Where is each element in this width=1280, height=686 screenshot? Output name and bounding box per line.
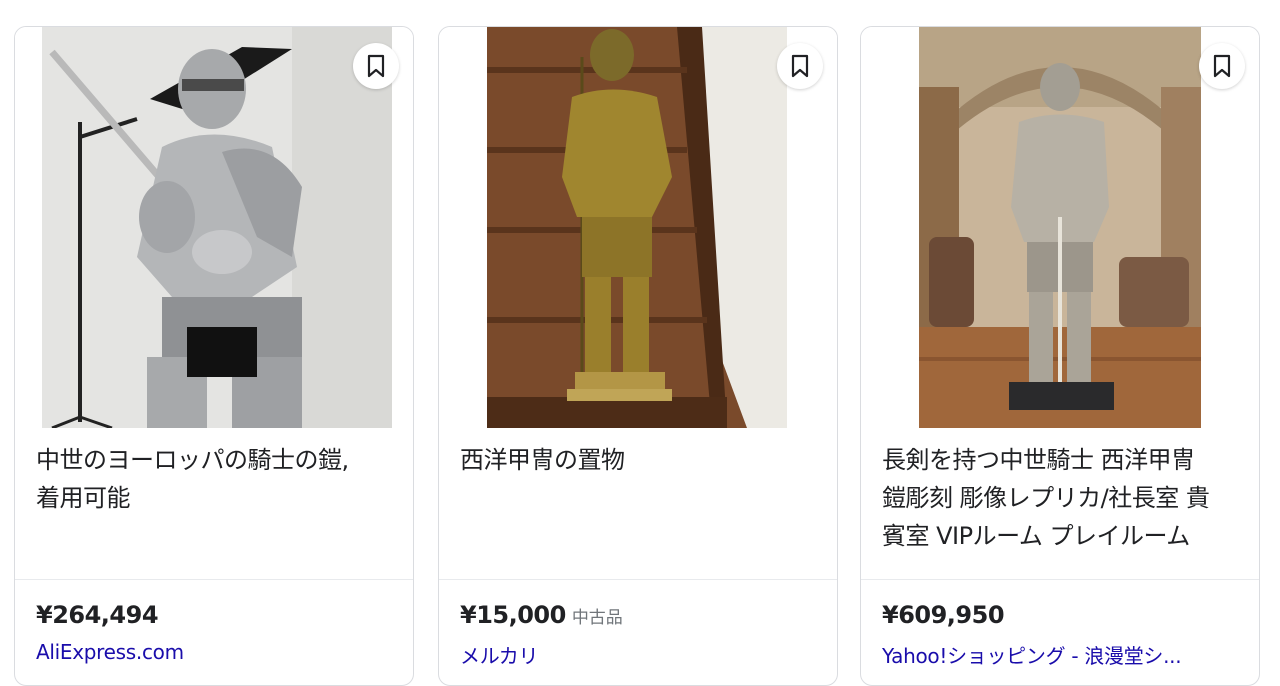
product-card[interactable]: 西洋甲冑の置物 ¥15,000 中古品 メルカリ <box>438 26 838 686</box>
armor-statue-hall-photo <box>919 27 1201 428</box>
product-title-line: 鎧彫刻 彫像レプリカ/社長室 貴 <box>882 484 1210 512</box>
armor-knight-photo <box>42 27 392 428</box>
product-condition: 中古品 <box>571 608 623 628</box>
merchant-link[interactable]: Yahoo!ショッピング - 浪漫堂シ... <box>882 640 1242 669</box>
product-image-area[interactable] <box>439 27 837 428</box>
product-title-line: 西洋甲冑の置物 <box>460 446 625 474</box>
save-button[interactable] <box>1199 43 1245 89</box>
product-price: ¥264,494 <box>36 601 159 629</box>
bookmark-icon <box>1213 54 1231 78</box>
product-image-area[interactable] <box>861 27 1259 428</box>
product-title-line: 長剣を持つ中世騎士 西洋甲冑 <box>882 446 1195 474</box>
product-image-area[interactable] <box>15 27 413 428</box>
merchant-link[interactable]: AliExpress.com <box>36 640 396 664</box>
card-divider <box>15 579 413 580</box>
merchant-link[interactable]: メルカリ <box>460 640 820 669</box>
product-title[interactable]: 西洋甲冑の置物 <box>460 441 822 479</box>
product-title[interactable]: 中世のヨーロッパの騎士の鎧, 着用可能 <box>36 441 398 517</box>
save-button[interactable] <box>777 43 823 89</box>
card-divider <box>439 579 837 580</box>
product-title-line: 賓室 VIPルーム プレイルーム <box>882 522 1190 550</box>
price-line: ¥609,950 <box>882 601 1010 629</box>
price-line: ¥15,000 中古品 <box>460 601 623 629</box>
bookmark-icon <box>367 54 385 78</box>
product-image[interactable] <box>487 27 787 428</box>
product-price: ¥15,000 <box>460 601 566 629</box>
product-title-line: 中世のヨーロッパの騎士の鎧, <box>36 446 349 474</box>
product-image[interactable] <box>42 27 392 428</box>
armor-figurine-photo <box>487 27 787 428</box>
shopping-results-grid: 中世のヨーロッパの騎士の鎧, 着用可能 ¥264,494 AliExpress.… <box>14 26 1260 686</box>
price-line: ¥264,494 <box>36 601 164 629</box>
bookmark-icon <box>791 54 809 78</box>
product-title-line: 着用可能 <box>36 484 131 512</box>
product-price: ¥609,950 <box>882 601 1005 629</box>
product-card[interactable]: 長剣を持つ中世騎士 西洋甲冑 鎧彫刻 彫像レプリカ/社長室 貴 賓室 VIPルー… <box>860 26 1260 686</box>
card-divider <box>861 579 1259 580</box>
product-card[interactable]: 中世のヨーロッパの騎士の鎧, 着用可能 ¥264,494 AliExpress.… <box>14 26 414 686</box>
product-title[interactable]: 長剣を持つ中世騎士 西洋甲冑 鎧彫刻 彫像レプリカ/社長室 貴 賓室 VIPルー… <box>882 441 1244 555</box>
product-image[interactable] <box>919 27 1201 428</box>
save-button[interactable] <box>353 43 399 89</box>
